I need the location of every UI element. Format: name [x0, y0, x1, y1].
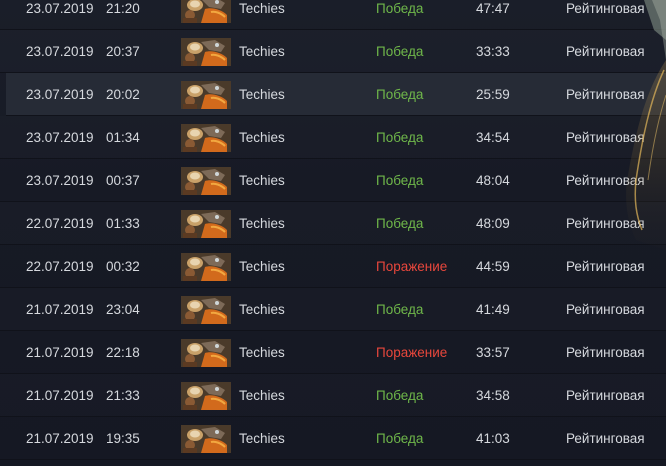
hero-name: Techies: [239, 345, 285, 360]
match-date: 21.07.2019: [26, 388, 94, 403]
hero-name: Techies: [239, 44, 285, 59]
hero-name: Techies: [239, 1, 285, 16]
match-result: Победа: [376, 173, 424, 188]
match-time: 19:35: [106, 431, 140, 446]
match-mode: Рейтинговая: [566, 1, 645, 16]
match-duration: 25:59: [476, 87, 510, 102]
match-mode: Рейтинговая: [566, 130, 645, 145]
hero-name: Techies: [239, 173, 285, 188]
match-row[interactable]: 21.07.2019 23:04 Techies Победа 41:49 Ре…: [0, 288, 666, 331]
match-mode: Рейтинговая: [566, 302, 645, 317]
match-row[interactable]: 22.07.2019 00:32 Techies Поражение 44:59…: [0, 245, 666, 288]
match-result: Победа: [376, 216, 424, 231]
match-time: 22:18: [106, 345, 140, 360]
techies-portrait-icon: [181, 382, 231, 410]
techies-portrait-icon: [181, 425, 231, 453]
match-result: Победа: [376, 1, 424, 16]
match-date: 23.07.2019: [26, 1, 94, 16]
match-duration: 41:03: [476, 431, 510, 446]
match-date: 23.07.2019: [26, 44, 94, 59]
techies-portrait-icon: [181, 38, 231, 66]
match-list: 23.07.2019 21:20 Techies Победа 47:47 Ре…: [0, 0, 666, 460]
match-time: 01:34: [106, 130, 140, 145]
match-row[interactable]: 23.07.2019 20:02 Techies Победа 25:59 Ре…: [6, 73, 666, 116]
match-time: 21:20: [106, 1, 140, 16]
match-duration: 48:09: [476, 216, 510, 231]
hero-name: Techies: [239, 388, 285, 403]
match-result: Поражение: [376, 345, 448, 360]
match-row[interactable]: 21.07.2019 19:35 Techies Победа 41:03 Ре…: [0, 417, 666, 460]
match-time: 23:04: [106, 302, 140, 317]
techies-portrait-icon: [181, 167, 231, 195]
match-mode: Рейтинговая: [566, 259, 645, 274]
match-time: 01:33: [106, 216, 140, 231]
match-mode: Рейтинговая: [566, 44, 645, 59]
match-date: 23.07.2019: [26, 173, 94, 188]
techies-portrait-icon: [181, 81, 231, 109]
match-time: 20:37: [106, 44, 140, 59]
techies-portrait-icon: [181, 210, 231, 238]
match-result: Победа: [376, 431, 424, 446]
techies-portrait-icon: [181, 124, 231, 152]
match-mode: Рейтинговая: [566, 431, 645, 446]
hero-name: Techies: [239, 216, 285, 231]
match-duration: 41:49: [476, 302, 510, 317]
hero-name: Techies: [239, 431, 285, 446]
match-date: 23.07.2019: [26, 87, 94, 102]
match-duration: 44:59: [476, 259, 510, 274]
match-row[interactable]: 23.07.2019 00:37 Techies Победа 48:04 Ре…: [0, 159, 666, 202]
match-row[interactable]: 22.07.2019 01:33 Techies Победа 48:09 Ре…: [0, 202, 666, 245]
match-date: 21.07.2019: [26, 431, 94, 446]
match-duration: 34:58: [476, 388, 510, 403]
match-duration: 47:47: [476, 1, 510, 16]
match-row[interactable]: 23.07.2019 21:20 Techies Победа 47:47 Ре…: [0, 0, 666, 30]
match-date: 22.07.2019: [26, 259, 94, 274]
match-row[interactable]: 23.07.2019 20:37 Techies Победа 33:33 Ре…: [0, 30, 666, 73]
techies-portrait-icon: [181, 0, 231, 23]
techies-portrait-icon: [181, 339, 231, 367]
match-mode: Рейтинговая: [566, 388, 645, 403]
match-result: Победа: [376, 130, 424, 145]
hero-name: Techies: [239, 259, 285, 274]
match-row[interactable]: 21.07.2019 21:33 Techies Победа 34:58 Ре…: [0, 374, 666, 417]
match-time: 20:02: [106, 87, 140, 102]
match-time: 00:37: [106, 173, 140, 188]
match-duration: 33:33: [476, 44, 510, 59]
match-result: Победа: [376, 87, 424, 102]
match-mode: Рейтинговая: [566, 345, 645, 360]
match-row[interactable]: 21.07.2019 22:18 Techies Поражение 33:57…: [0, 331, 666, 374]
hero-name: Techies: [239, 302, 285, 317]
match-time: 00:32: [106, 259, 140, 274]
match-date: 21.07.2019: [26, 345, 94, 360]
match-duration: 34:54: [476, 130, 510, 145]
match-duration: 48:04: [476, 173, 510, 188]
match-history-panel: 23.07.2019 21:20 Techies Победа 47:47 Ре…: [0, 0, 666, 466]
techies-portrait-icon: [181, 253, 231, 281]
match-result: Поражение: [376, 259, 448, 274]
hero-name: Techies: [239, 87, 285, 102]
match-row[interactable]: 23.07.2019 01:34 Techies Победа 34:54 Ре…: [0, 116, 666, 159]
match-mode: Рейтинговая: [566, 216, 645, 231]
match-result: Победа: [376, 388, 424, 403]
match-mode: Рейтинговая: [566, 87, 645, 102]
match-time: 21:33: [106, 388, 140, 403]
techies-portrait-icon: [181, 296, 231, 324]
match-date: 23.07.2019: [26, 130, 94, 145]
match-duration: 33:57: [476, 345, 510, 360]
match-result: Победа: [376, 302, 424, 317]
match-date: 22.07.2019: [26, 216, 94, 231]
match-mode: Рейтинговая: [566, 173, 645, 188]
hero-name: Techies: [239, 130, 285, 145]
match-result: Победа: [376, 44, 424, 59]
match-date: 21.07.2019: [26, 302, 94, 317]
